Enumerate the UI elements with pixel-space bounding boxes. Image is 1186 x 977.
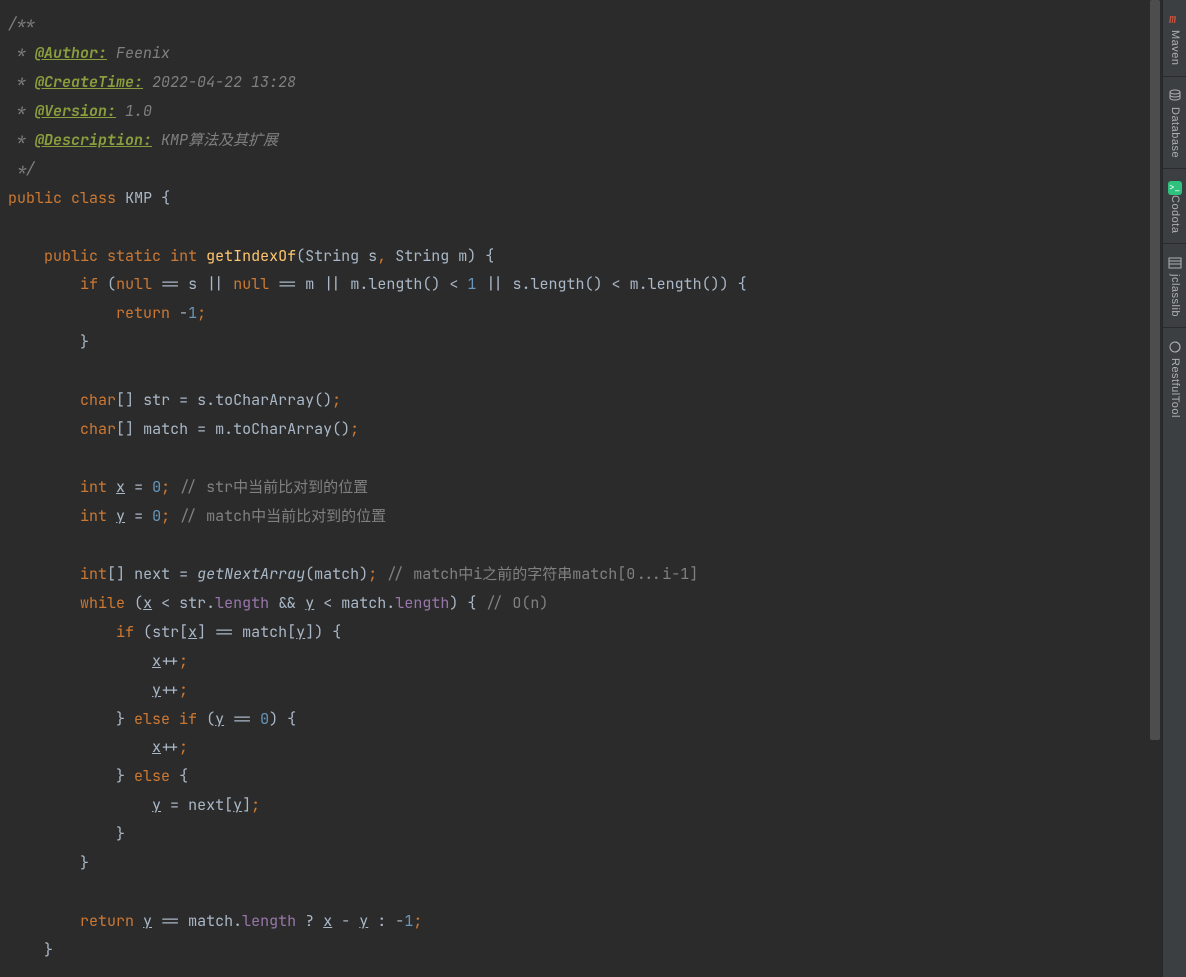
comment-nextarr: // match中i之前的字符串match[0...i-1] [386,564,698,584]
doc-desc-val: KMP算法及其扩展 [152,130,278,150]
class-name: KMP [125,188,152,208]
codota-icon: >_ [1168,181,1182,195]
var-x: x [116,477,125,497]
doc-close: */ [8,159,35,179]
svg-text:m: m [1169,12,1176,26]
tool-jclasslib[interactable]: jclasslib [1163,250,1186,328]
tool-restful[interactable]: RestfulTool [1163,334,1186,428]
comment-xpos: // str中当前比对到的位置 [179,477,368,497]
doc-author-val: Feenix [107,43,170,63]
code-editor[interactable]: /** * @Author: Feenix * @CreateTime: 202… [0,0,1162,977]
comment-on: // O(n) [485,593,548,613]
vertical-scrollbar[interactable] [1150,0,1160,977]
gutter [0,0,6,977]
database-icon [1168,89,1182,103]
doc-author-tag: @Author: [35,43,107,63]
doc-desc-tag: @Description: [35,130,152,150]
tool-database[interactable]: Database [1163,83,1186,169]
jclasslib-icon [1168,256,1182,270]
var-y: y [116,506,125,526]
tool-maven[interactable]: m Maven [1163,6,1186,77]
right-toolbar: m Maven Database >_ Codota jclasslib Res… [1162,0,1186,977]
doc-open: /** [8,14,35,34]
restful-icon [1168,340,1182,354]
method-getIndexOf: getIndexOf [206,246,296,266]
scroll-thumb[interactable] [1150,0,1160,740]
doc-create-val: 2022-04-22 13:28 [143,72,296,92]
kw-public: public [8,188,62,208]
code-block[interactable]: /** * @Author: Feenix * @CreateTime: 202… [0,10,1162,965]
kw-class: class [71,188,116,208]
doc-version-tag: @Version: [35,101,116,121]
doc-create-tag: @CreateTime: [35,72,143,92]
doc-version-val: 1.0 [116,101,152,121]
call-getNextArray: getNextArray [197,564,305,584]
comment-ypos: // match中当前比对到的位置 [179,506,386,526]
tool-codota[interactable]: >_ Codota [1163,175,1186,244]
maven-icon: m [1168,12,1182,26]
